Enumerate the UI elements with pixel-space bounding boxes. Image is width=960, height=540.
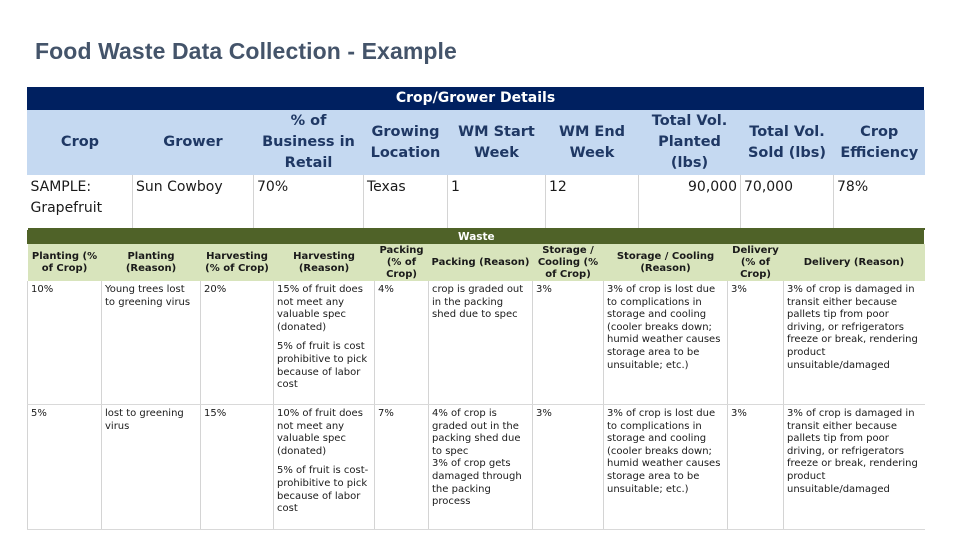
header-delivery-reason: Delivery (Reason) [783,244,925,281]
cell-total-sold: 70,000 [740,175,834,230]
header-planting-reason: Planting (Reason) [101,244,201,281]
cell-planting-pct: 5% [27,404,102,530]
cell-crop-efficiency: 78% [833,175,925,230]
waste-header-row: Planting (% of Crop) Planting (Reason) H… [27,244,925,281]
cell-total-planted: 90,000 [638,175,741,230]
cell-pct-retail: 70% [253,175,364,230]
cell-crop: SAMPLE: Grapefruit [27,175,133,230]
packing-reason-line: crop is graded out in the packing shed d… [432,284,524,321]
harvesting-reason-line: 10% of fruit does not meet any valuable … [277,408,363,457]
cell-delivery-pct: 3% [727,404,784,530]
header-pct-retail: % of Business in Retail [253,110,364,175]
crop-grower-header-row: Crop Grower % of Business in Retail Grow… [27,110,925,175]
cell-packing-reason: crop is graded out in the packing shed d… [428,281,533,405]
header-harvesting-pct: Harvesting (% of Crop) [200,244,274,281]
header-storage-pct: Storage / Cooling (% of Crop) [532,244,604,281]
cell-harvesting-reason: 15% of fruit does not meet any valuable … [273,281,375,405]
cell-storage-pct: 3% [532,404,604,530]
cell-planting-reason: lost to greening virus [101,404,201,530]
crop-grower-section-title: Crop/Grower Details [27,87,924,110]
header-harvesting-reason: Harvesting (Reason) [273,244,375,281]
waste-section-title: Waste [27,230,924,244]
cell-packing-reason: 4% of crop is graded out in the packing … [428,404,533,530]
table-row: 10% Young trees lost to greening virus 2… [27,281,925,405]
cell-harvesting-reason: 10% of fruit does not meet any valuable … [273,404,375,530]
cell-location: Texas [363,175,448,230]
food-waste-sheet: Crop/Grower Details Crop Grower % of Bus… [27,87,925,530]
cell-storage-reason: 3% of crop is lost due to complications … [603,404,728,530]
cell-delivery-pct: 3% [727,281,784,405]
cell-packing-pct: 7% [374,404,429,530]
header-growing-location: Growing Location [363,110,448,175]
header-packing-pct: Packing (% of Crop) [374,244,429,281]
cell-harvesting-pct: 20% [200,281,274,405]
cell-wm-start-week: 1 [447,175,546,230]
waste-table: Planting (% of Crop) Planting (Reason) H… [27,244,925,530]
cell-delivery-reason: 3% of crop is damaged in transit either … [783,281,925,405]
packing-reason-line: 4% of crop is graded out in the packing … [432,408,521,457]
header-wm-start-week: WM Start Week [447,110,546,175]
header-total-sold: Total Vol. Sold (lbs) [740,110,834,175]
header-packing-reason: Packing (Reason) [428,244,533,281]
header-total-planted: Total Vol. Planted (lbs) [638,110,741,175]
cell-planting-reason: Young trees lost to greening virus [101,281,201,405]
table-row: SAMPLE: Grapefruit Sun Cowboy 70% Texas … [27,175,925,230]
cell-delivery-reason: 3% of crop is damaged in transit either … [783,404,925,530]
header-storage-reason: Storage / Cooling (Reason) [603,244,728,281]
header-wm-end-week: WM End Week [545,110,639,175]
cell-harvesting-pct: 15% [200,404,274,530]
table-row: 5% lost to greening virus 15% 10% of fru… [27,404,925,530]
harvesting-reason-line: 15% of fruit does not meet any valuable … [277,284,363,333]
header-grower: Grower [132,110,254,175]
cell-packing-pct: 4% [374,281,429,405]
header-crop-efficiency: Crop Efficiency [833,110,925,175]
cell-wm-end-week: 12 [545,175,639,230]
cell-storage-pct: 3% [532,281,604,405]
header-delivery-pct: Delivery (% of Crop) [727,244,784,281]
cell-planting-pct: 10% [27,281,102,405]
crop-grower-table: Crop Grower % of Business in Retail Grow… [27,110,925,230]
cell-grower: Sun Cowboy [132,175,254,230]
header-crop: Crop [27,110,133,175]
packing-reason-line: 3% of crop gets damaged through the pack… [432,458,522,508]
harvesting-reason-line: 5% of fruit is cost-prohibitive to pick … [277,465,369,515]
page-title: Food Waste Data Collection - Example [35,38,457,64]
harvesting-reason-line: 5% of fruit is cost prohibitive to pick … [277,341,368,391]
cell-storage-reason: 3% of crop is lost due to complications … [603,281,728,405]
header-planting-pct: Planting (% of Crop) [27,244,102,281]
